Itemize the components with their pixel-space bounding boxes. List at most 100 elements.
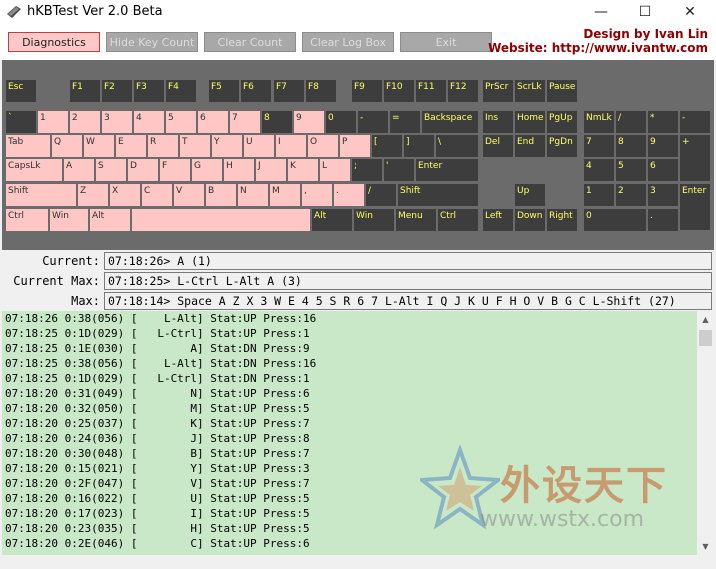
key-t: T (180, 135, 210, 157)
key-f: F (160, 159, 190, 181)
key-c46: . (334, 184, 364, 206)
key-enter: Enter (416, 159, 478, 181)
key-c45: - (358, 111, 388, 133)
key-2: 2 (70, 111, 100, 133)
log-line: 07:18:20 0:30(048) [ B] Stat:UP Press:7 (5, 447, 310, 460)
key-log-box[interactable]: 07:18:26 0:38(056) [ L-Alt] Stat:UP Pres… (2, 311, 697, 555)
key-f4: F4 (166, 80, 196, 102)
key-nmlk: NmLk (584, 111, 614, 133)
key-u: U (244, 135, 274, 157)
key-backspace: Backspace (422, 111, 478, 133)
key-f5: F5 (209, 80, 239, 102)
key-b: B (206, 184, 236, 206)
minimize-button[interactable]: — (578, 0, 624, 26)
key-j: J (256, 159, 286, 181)
key-c92: \ (436, 135, 478, 157)
key-1: 1 (38, 111, 68, 133)
key-9: 9 (294, 111, 324, 133)
key-c45: - (680, 111, 710, 133)
diagnostics-button[interactable]: Diagnostics (8, 32, 100, 52)
key-shift: Shift (6, 184, 76, 206)
credit-website: Website: http://www.ivantw.com (488, 41, 708, 55)
key-r: R (148, 135, 178, 157)
log-line: 07:18:20 0:25(037) [ K] Stat:UP Press:7 (5, 417, 310, 430)
key-a: A (64, 159, 94, 181)
key-c93: ] (404, 135, 434, 157)
key-0: 0 (326, 111, 356, 133)
current-label: Current: (42, 254, 100, 268)
log-line: 07:18:25 0:1E(030) [ A] Stat:DN Press:9 (5, 342, 310, 355)
keyboard-app-icon (7, 6, 21, 18)
keyboard-layout: Esc F1 F2 F3 F4 F5 F6 F7 F8 F9 F10 F11 F12 PrScr ScrLk… (2, 60, 714, 250)
key-c61: = (390, 111, 420, 133)
log-line: 07:18:20 0:15(021) [ Y] Stat:UP Press:3 (5, 462, 310, 475)
key-d: D (128, 159, 158, 181)
key-pgdn: PgDn (547, 135, 577, 157)
key-p: P (340, 135, 370, 157)
key-c59: ; (352, 159, 382, 181)
scroll-thumb[interactable] (699, 330, 712, 346)
key-g: G (192, 159, 222, 181)
key-c39: ' (384, 159, 414, 181)
key-8: 8 (262, 111, 292, 133)
key-z: Z (78, 184, 108, 206)
key-up: Up (515, 184, 545, 206)
key-f6: F6 (241, 80, 271, 102)
key-pause: Pause (547, 80, 577, 102)
hide-key-count-button[interactable]: Hide Key Count (106, 32, 198, 52)
current-value: 07:18:26> A (1) (104, 252, 712, 270)
log-line: 07:18:25 0:38(056) [ L-Alt] Stat:DN Pres… (5, 357, 317, 370)
key-pgup: PgUp (547, 111, 577, 133)
log-line: 07:18:20 0:31(049) [ N] Stat:UP Press:6 (5, 387, 310, 400)
key-c91: [ (372, 135, 402, 157)
key-m: M (270, 184, 300, 206)
key-9: 9 (648, 135, 678, 157)
key-f7: F7 (274, 80, 304, 102)
key-del: Del (483, 135, 513, 157)
key-end: End (515, 135, 545, 157)
maximize-button[interactable]: ☐ (622, 0, 668, 26)
key-alt: Alt (312, 209, 352, 231)
key-c46: . (648, 209, 678, 231)
close-button[interactable]: ✕ (667, 0, 713, 26)
log-line: 07:18:26 0:38(056) [ L-Alt] Stat:UP Pres… (5, 312, 317, 325)
clear-log-box-button[interactable]: Clear Log Box (302, 32, 394, 52)
key-6: 6 (648, 159, 678, 181)
key-2: 2 (616, 184, 646, 206)
credit-designer: Design by Ivan Lin (583, 27, 708, 41)
key-f1: F1 (70, 80, 100, 102)
key-i: I (276, 135, 306, 157)
scroll-up-icon[interactable]: ▲ (697, 311, 714, 328)
key-6: 6 (198, 111, 228, 133)
key-alt: Alt (90, 209, 130, 231)
key-7: 7 (584, 135, 614, 157)
key-enter: Enter (680, 184, 710, 230)
key-c44: , (302, 184, 332, 206)
scroll-down-icon[interactable]: ▼ (697, 538, 714, 555)
key-3: 3 (102, 111, 132, 133)
key-ctrl: Ctrl (438, 209, 478, 231)
log-line: 07:18:20 0:16(022) [ U] Stat:UP Press:5 (5, 492, 310, 505)
key-w: W (84, 135, 114, 157)
key-shift: Shift (398, 184, 478, 206)
current-max-value: 07:18:25> L-Ctrl L-Alt A (3) (104, 272, 712, 290)
key-c: C (142, 184, 172, 206)
key-f9: F9 (352, 80, 382, 102)
key-1: 1 (584, 184, 614, 206)
title-bar: hKBTest Ver 2.0 Beta — ☐ ✕ (0, 0, 716, 26)
log-scrollbar[interactable]: ▲ ▼ (697, 311, 714, 555)
key-ctrl: Ctrl (6, 209, 48, 231)
log-line: 07:18:20 0:23(035) [ H] Stat:UP Press:5 (5, 522, 310, 535)
key-c96: ` (6, 111, 36, 133)
key-home: Home (515, 111, 545, 133)
clear-count-button[interactable]: Clear Count (204, 32, 296, 52)
exit-button[interactable]: Exit (400, 32, 492, 52)
log-line: 07:18:20 0:24(036) [ J] Stat:UP Press:8 (5, 432, 310, 445)
key-f12: F12 (448, 80, 478, 102)
key-k: K (288, 159, 318, 181)
key-left: Left (483, 209, 513, 231)
key-win: Win (354, 209, 394, 231)
key-l: L (320, 159, 350, 181)
key-o: O (308, 135, 338, 157)
key-x: X (110, 184, 140, 206)
